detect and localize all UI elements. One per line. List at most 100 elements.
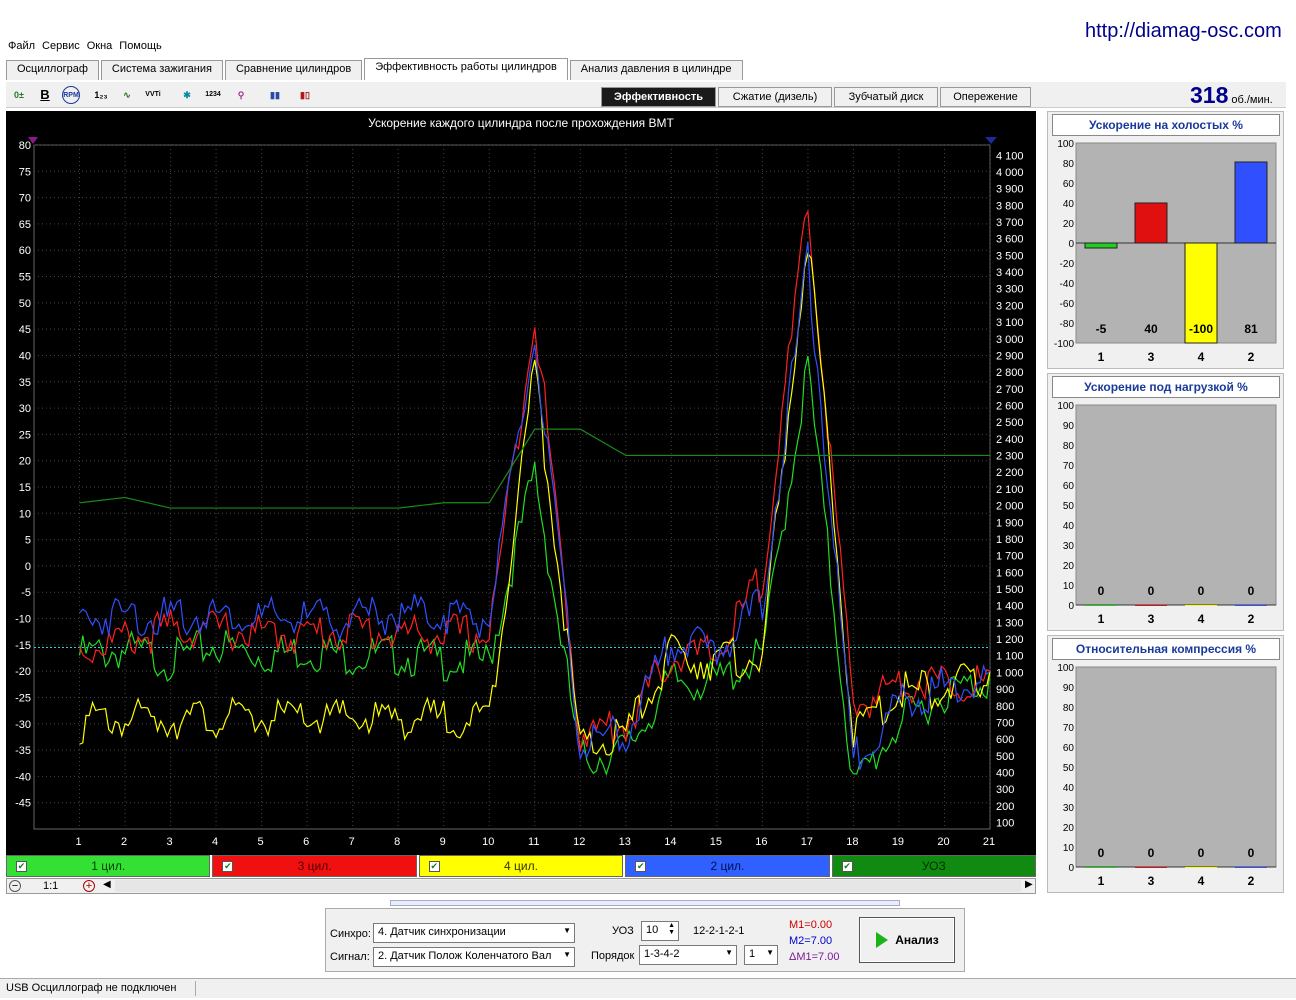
right-axis-tick: 1 200: [996, 634, 1024, 646]
bold-icon[interactable]: B: [36, 86, 54, 104]
bar-axis-tick: 40: [1063, 521, 1075, 532]
bar-value-label: -100: [1189, 322, 1213, 336]
horizontal-scrollbar[interactable]: [115, 880, 1021, 892]
spin-icon[interactable]: ▲ ▼: [668, 922, 675, 936]
right-axis-tick: 1 900: [996, 517, 1024, 529]
legend-label: 4 цил.: [504, 859, 538, 873]
load-accel-title[interactable]: Ускорение под нагрузкой %: [1052, 376, 1280, 398]
menu-service[interactable]: Сервис: [42, 40, 80, 52]
legend-uoz[interactable]: ✔ УОЗ: [831, 855, 1037, 877]
right-axis-tick: 1 100: [996, 651, 1024, 663]
zero-offset-icon[interactable]: 0±: [10, 86, 28, 104]
rpm-icon[interactable]: RPM: [62, 86, 80, 104]
bar-cyl-3: [1134, 202, 1168, 244]
right-axis-tick: 4 100: [996, 150, 1024, 162]
signal-label: Сигнал:: [330, 951, 370, 963]
tab-oscilloscope[interactable]: Осциллограф: [6, 60, 99, 80]
right-marker-icon[interactable]: [985, 137, 997, 144]
uoz-stepper[interactable]: 10 ▲ ▼: [641, 921, 679, 941]
splitter-handle[interactable]: [390, 900, 900, 906]
legend-cyl-2[interactable]: ✔ 2 цил.: [625, 855, 830, 877]
right-axis-tick: 2 600: [996, 401, 1024, 413]
analyze-label: Анализ: [895, 933, 939, 947]
menu-file[interactable]: Файл: [8, 40, 35, 52]
status-divider: [195, 981, 196, 996]
order-number-value: 1: [749, 948, 756, 960]
right-axis-tick: 2 800: [996, 367, 1024, 379]
bar-cyl-3: [1135, 867, 1167, 868]
tab-cylinder-efficiency[interactable]: Эффективность работы цилиндров: [364, 58, 568, 80]
bar-value-label: -5: [1096, 322, 1107, 336]
legend-cyl-3[interactable]: ✔ 3 цил.: [212, 855, 417, 877]
subtab-efficiency[interactable]: Эффективность: [601, 87, 716, 107]
chevron-down-icon: ▼: [563, 950, 571, 959]
x-axis-tick: 8: [394, 836, 400, 848]
bar-axis-tick: 30: [1063, 541, 1075, 552]
bar-chart-icon[interactable]: ▮▮: [266, 86, 284, 104]
m2-readout: M2=7.00: [789, 935, 833, 947]
analyze-button[interactable]: Анализ: [859, 917, 955, 963]
left-axis-tick: 55: [19, 272, 31, 284]
vvti-icon[interactable]: VVTi: [144, 86, 162, 104]
tab-cylinder-compare[interactable]: Сравнение цилиндров: [224, 60, 363, 80]
subtab-toothed-disc[interactable]: Зубчатый диск: [834, 87, 938, 107]
order-select[interactable]: 1-3-4-2 ▼: [639, 945, 737, 965]
bar-axis-tick: 100: [1057, 139, 1074, 150]
legend-cyl-1[interactable]: ✔ 1 цил.: [6, 855, 211, 877]
right-axis-tick: 2 300: [996, 451, 1024, 463]
sync-select[interactable]: 4. Датчик синхронизации ▼: [373, 923, 575, 943]
tab-pressure-analysis[interactable]: Анализ давления в цилиндре: [569, 60, 743, 80]
legend-cyl-4[interactable]: ✔ 4 цил.: [418, 855, 624, 877]
compression-title[interactable]: Относительная компрессия %: [1052, 638, 1280, 660]
right-axis-tick: 3 700: [996, 217, 1024, 229]
order-value: 1-3-4-2: [644, 948, 680, 960]
x-axis-tick: 9: [440, 836, 446, 848]
sequence-icon[interactable]: 1234: [204, 86, 222, 104]
bar-cyl-1: [1085, 867, 1117, 868]
subtab-diesel-compression[interactable]: Сжатие (дизель): [718, 87, 832, 107]
zoom-out-icon[interactable]: −: [9, 880, 21, 892]
load-accel-panel: Ускорение под нагрузкой % 100 90 80 70 60 50 4…: [1047, 373, 1284, 631]
rpm-readout: 318 об./мин.: [1190, 82, 1273, 109]
scroll-right-icon[interactable]: ▶: [1025, 879, 1033, 890]
bar-axis-tick: 40: [1063, 199, 1075, 210]
zoom-scroll-row: − 1:1 + ◀ ▶: [6, 878, 1036, 894]
right-axis-tick: 3 100: [996, 317, 1024, 329]
acceleration-chart[interactable]: Ускорение каждого цилиндра после прохожд…: [6, 111, 1036, 855]
subtab-advance[interactable]: Опережение: [940, 87, 1031, 107]
left-axis-tick: -30: [15, 719, 31, 731]
waveform-icon[interactable]: ∿: [118, 86, 136, 104]
bar-cyl-1: [1085, 605, 1117, 606]
bar-category-label: 2: [1248, 350, 1255, 364]
bar-category-label: 1: [1098, 612, 1105, 626]
pattern-label: 12-2-1-2-1: [693, 925, 745, 937]
rpm-unit: об./мин.: [1231, 94, 1273, 106]
numbering-icon[interactable]: 1₂₃: [92, 86, 110, 104]
bar-cyl-4: [1185, 867, 1217, 868]
rpm-value: 318: [1190, 82, 1229, 108]
bar-category-label: 3: [1148, 612, 1155, 626]
order-number-select[interactable]: 1 ▼: [744, 945, 778, 965]
right-axis-tick: 800: [996, 701, 1014, 713]
meter-icon[interactable]: ▮▯: [296, 86, 314, 104]
bar-axis-tick: 80: [1063, 703, 1075, 714]
left-axis-tick: -15: [15, 640, 31, 652]
bar-value-label: 0: [1098, 584, 1105, 598]
sensor-icon[interactable]: ✱: [178, 86, 196, 104]
menu-windows[interactable]: Окна: [87, 40, 113, 52]
left-axis-tick: 20: [19, 456, 31, 468]
main-tabs: Осциллограф Система зажигания Сравнение …: [6, 58, 745, 80]
idle-accel-title[interactable]: Ускорение на холостых %: [1052, 114, 1280, 136]
tab-ignition[interactable]: Система зажигания: [100, 60, 223, 80]
bar-value-label: 0: [1148, 846, 1155, 860]
zoom-in-icon[interactable]: +: [83, 880, 95, 892]
legend-label: 1 цил.: [91, 859, 126, 873]
right-axis-tick: 500: [996, 751, 1014, 763]
bar-category-label: 3: [1148, 874, 1155, 888]
left-axis-tick: 0: [25, 561, 31, 573]
bar-axis-tick: 60: [1063, 743, 1075, 754]
signal-select[interactable]: 2. Датчик Полож Коленчатого Вал ▼: [373, 947, 575, 967]
filter-icon[interactable]: ⚲: [232, 86, 250, 104]
menu-help[interactable]: Помощь: [119, 40, 162, 52]
scroll-left-icon[interactable]: ◀: [103, 879, 111, 890]
